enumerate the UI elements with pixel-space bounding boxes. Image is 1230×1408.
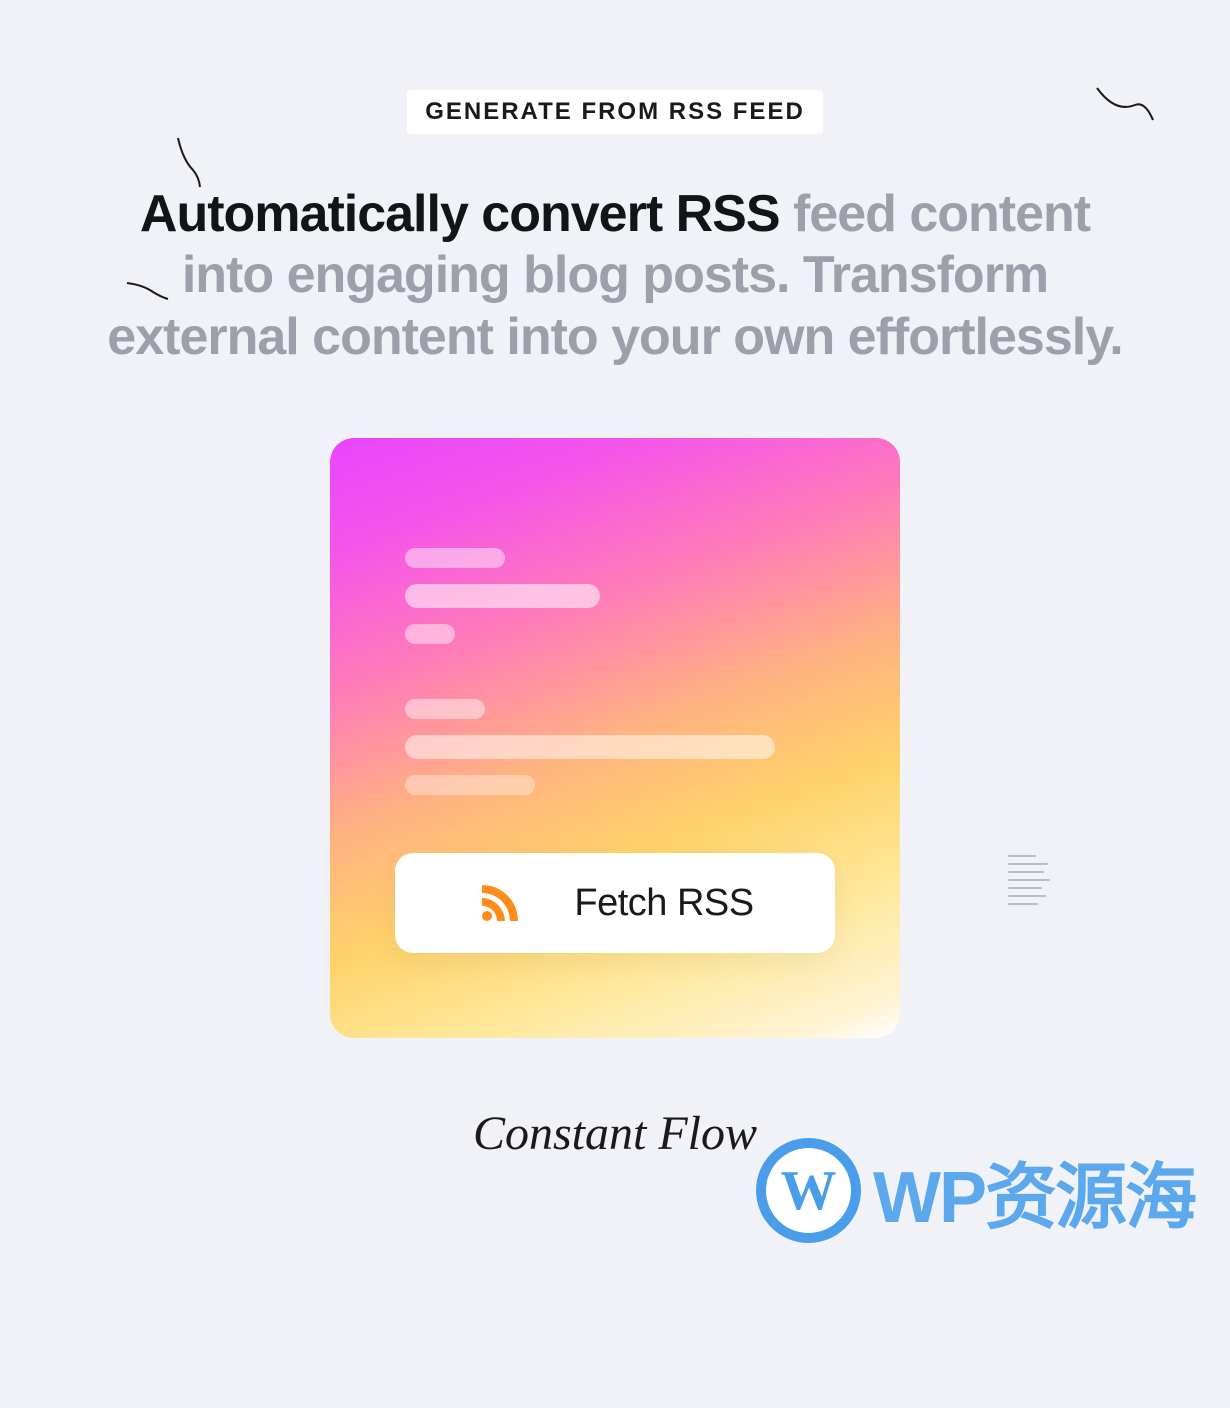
wordpress-logo-icon: W [756, 1138, 861, 1243]
placeholder-line [405, 624, 455, 644]
content-placeholder-group [405, 699, 825, 795]
decoration-squiggle [175, 135, 203, 190]
decoration-squiggle [1095, 85, 1155, 123]
placeholder-line [405, 775, 535, 795]
watermark-text: WP资源海 [873, 1138, 1195, 1243]
placeholder-line [405, 735, 775, 759]
decoration-squiggle [125, 280, 170, 302]
content-placeholder-group [405, 548, 825, 644]
fetch-rss-label: Fetch RSS [574, 882, 753, 925]
placeholder-line [405, 548, 505, 568]
placeholder-line [405, 699, 485, 719]
placeholder-line [405, 584, 600, 608]
decoration-paper [1008, 855, 1052, 911]
headline-emphasis: Automatically convert RSS [140, 185, 780, 243]
watermark: W WP资源海 [756, 1138, 1195, 1243]
rss-icon [476, 879, 524, 927]
fetch-rss-button[interactable]: Fetch RSS [395, 853, 835, 953]
section-badge: GENERATE FROM RSS FEED [407, 90, 823, 134]
page-headline: Automatically convert RSS feed content i… [0, 184, 1230, 368]
feature-card: Fetch RSS [330, 438, 900, 1038]
